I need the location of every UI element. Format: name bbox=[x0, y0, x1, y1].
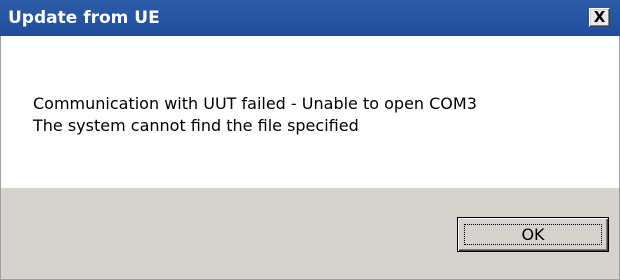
error-message-line-1: Communication with UUT failed - Unable t… bbox=[33, 94, 477, 113]
message-area: Communication with UUT failed - Unable t… bbox=[0, 36, 620, 188]
dialog-title: Update from UE bbox=[8, 8, 160, 28]
close-button[interactable]: X bbox=[589, 8, 610, 27]
title-bar: Update from UE X bbox=[0, 0, 620, 36]
button-bar: OK bbox=[0, 188, 620, 280]
ok-button-label: OK bbox=[521, 225, 545, 244]
error-dialog: Update from UE X Communication with UUT … bbox=[0, 0, 620, 280]
close-icon: X bbox=[593, 8, 606, 26]
ok-button[interactable]: OK bbox=[457, 217, 609, 252]
error-message-line-2: The system cannot find the file specifie… bbox=[33, 116, 359, 135]
